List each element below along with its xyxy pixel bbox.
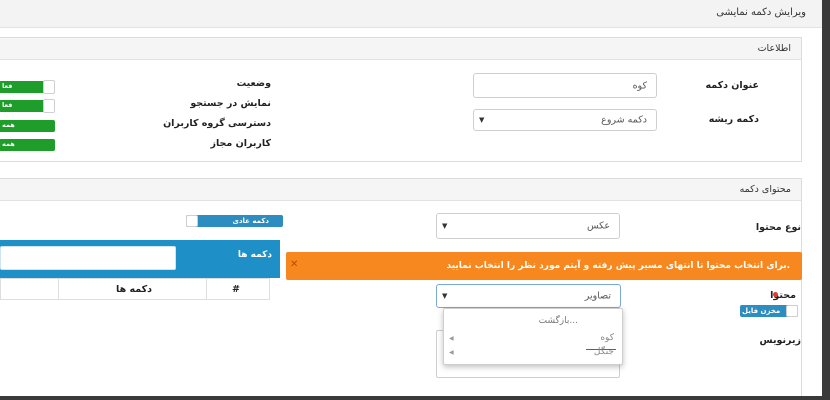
content-type-select[interactable]: ▼ عکس	[436, 213, 620, 239]
show-in-search-toggle-knob	[43, 99, 55, 113]
dropdown-back[interactable]: بازگشت...	[539, 316, 578, 326]
col-index: #	[232, 284, 240, 295]
window-frame-right	[822, 0, 830, 400]
button-title-input[interactable]: کوه	[473, 73, 657, 98]
dropdown-item-label: کوه	[600, 333, 614, 343]
normal-button-toggle[interactable]: دکمه عادی	[186, 215, 283, 227]
status-toggle-text: فعا	[2, 82, 13, 90]
user-group-access-label: دسترسی گروه کاربران	[163, 118, 271, 129]
user-group-access-toggle-text: همه	[2, 121, 15, 129]
show-in-search-toggle[interactable]: فعا	[0, 99, 55, 113]
allowed-users-toggle-text: همه	[2, 140, 15, 148]
caption-label: زیرنویس	[759, 335, 801, 346]
chevron-down-icon: ▼	[442, 292, 448, 300]
root-button-select[interactable]: ▼ دکمه شروع	[473, 109, 657, 131]
table-divider	[206, 279, 207, 299]
status-toggle-knob	[43, 80, 55, 94]
file-storage-toggle-knob	[786, 305, 798, 317]
table-divider	[58, 279, 59, 299]
normal-button-toggle-knob	[186, 215, 198, 227]
status-toggle[interactable]: فعا	[0, 80, 55, 94]
show-in-search-toggle-text: فعا	[2, 101, 13, 109]
info-panel-header: اطلاعات	[0, 38, 801, 60]
status-label: وضعیت	[236, 78, 271, 89]
dropdown-item-label: جنگل	[593, 347, 614, 357]
chevron-down-icon: ▼	[442, 222, 448, 230]
chevron-left-icon: ◀	[449, 349, 454, 356]
chevron-left-icon: ◀	[449, 335, 454, 342]
window-frame-bottom	[0, 396, 830, 400]
content-panel-title: محتوای دکمه	[739, 184, 791, 195]
buttons-table-header: # دکمه ها	[0, 278, 270, 300]
content-value: تصاویر	[584, 290, 611, 302]
button-title-label: عنوان دکمه	[705, 80, 759, 91]
chevron-down-icon: ▼	[479, 116, 485, 124]
dropdown-item-forest[interactable]: ◀ جنگل	[449, 347, 619, 361]
file-storage-toggle[interactable]: مخزن فایل	[740, 305, 798, 317]
buttons-box-input[interactable]	[0, 246, 176, 270]
buttons-box-header: دکمه ها	[0, 240, 280, 278]
page-title: ویرایش دکمه نمایشی	[716, 7, 806, 18]
info-panel: اطلاعات عنوان دکمه کوه دکمه ریشه ▼ دکمه …	[0, 37, 802, 162]
show-in-search-label: نمایش در جستجو	[190, 98, 271, 109]
root-button-label: دکمه ریشه	[708, 114, 759, 125]
info-panel-title: اطلاعات	[757, 43, 791, 54]
dropdown-item-mountain[interactable]: ◀ کوه	[449, 333, 619, 350]
button-title-value: کوه	[632, 80, 647, 91]
allowed-users-toggle[interactable]: همه	[0, 139, 55, 151]
content-panel-header: محتوای دکمه	[0, 179, 801, 201]
page-header: ویرایش دکمه نمایشی	[0, 0, 822, 28]
content-type-label: نوع محتوا	[755, 222, 801, 233]
content-select[interactable]: ▼ تصاویر	[436, 284, 621, 308]
required-dot-icon	[773, 292, 778, 297]
buttons-box-title: دکمه ها	[237, 250, 272, 260]
allowed-users-label: کاربران مجاز	[210, 138, 271, 149]
file-storage-text: مخزن فایل	[742, 307, 781, 315]
col-buttons: دکمه ها	[116, 284, 152, 295]
root-button-value: دکمه شروع	[601, 114, 647, 126]
content-dropdown: بازگشت... ◀ کوه ◀ جنگل	[443, 308, 623, 365]
close-icon[interactable]: ✕	[290, 259, 298, 270]
normal-button-text: دکمه عادی	[232, 217, 269, 225]
content-type-value: عکس	[586, 220, 610, 232]
user-group-access-toggle[interactable]: همه	[0, 120, 55, 132]
info-alert: ✕ برای انتخاب محتوا تا انتهای مسیر پیش ر…	[286, 252, 802, 280]
alert-text: برای انتخاب محتوا تا انتهای مسیر پیش رفت…	[446, 261, 790, 271]
